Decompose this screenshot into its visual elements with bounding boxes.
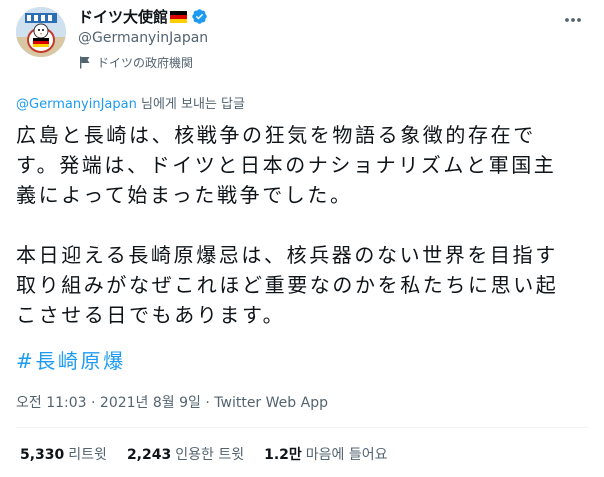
- tweet-source-link[interactable]: Twitter Web App: [214, 395, 328, 411]
- verified-badge-icon[interactable]: [191, 8, 208, 25]
- likes-stat[interactable]: 1.2만 마음에 들어요: [264, 444, 387, 464]
- tweet-text-line: す。発端は、ドイツと日本のナショナリズムと軍国主: [16, 153, 557, 177]
- more-options-icon[interactable]: [562, 9, 584, 31]
- quote-tweets-label: 인용한 트윗: [175, 447, 245, 463]
- tweet-meta: 오전 11:03 · 2021년 8월 9일 · Twitter Web App: [16, 392, 328, 412]
- government-label-text: ドイツの政府機関: [97, 55, 194, 70]
- retweets-count: 5,330: [20, 447, 65, 463]
- tweet-text-line: 広島と長崎は、核戦争の狂気を物語る象徴的存在で: [16, 123, 536, 147]
- tweet-stats: 5,330 리트윗 2,243 인용한 트윗 1.2만 마음에 들어요: [20, 444, 408, 464]
- retweets-stat[interactable]: 5,330 리트윗: [20, 444, 107, 464]
- tweet-text-line: 本日迎える長崎原爆忌は、核兵器のない世界を目指す: [16, 243, 558, 267]
- hashtag-link[interactable]: #長崎原爆: [16, 346, 126, 376]
- meta-separator: ·: [200, 395, 215, 411]
- tweet-time[interactable]: 오전 11:03: [16, 395, 87, 411]
- author-handle[interactable]: @GermanyinJapan: [78, 29, 548, 48]
- germany-flag-icon: [170, 10, 188, 23]
- tweet-text: 広島と長崎は、核戦争の狂気を物語る象徴的存在で す。発端は、ドイツと日本のナショ…: [16, 120, 588, 330]
- tweet-detail: ドイツ大使館 @GermanyinJapan ドイツの政府機関 @Germany…: [0, 0, 604, 477]
- avatar[interactable]: [16, 7, 66, 57]
- avatar-mascot-image: [16, 7, 66, 57]
- name-row: ドイツ大使館: [78, 6, 548, 27]
- tweet-text-line: こさせる日でもあります。: [16, 303, 286, 327]
- government-account-label[interactable]: ドイツの政府機関: [78, 53, 548, 71]
- likes-label: 마음에 들어요: [305, 447, 388, 463]
- tweet-text-line: 取り組みがなぜこれほど重要なのかを私たちに思い起: [16, 273, 559, 297]
- retweets-label: 리트윗: [68, 447, 107, 463]
- tweet-date[interactable]: 2021년 8월 9일: [100, 395, 201, 411]
- reply-context-suffix: 님에게 보내는 답글: [136, 97, 245, 112]
- flag-label-icon: [78, 55, 92, 69]
- divider: [16, 427, 588, 428]
- reply-mention-link[interactable]: @GermanyinJapan: [16, 97, 137, 112]
- display-name[interactable]: ドイツ大使館: [78, 6, 168, 27]
- author-info: ドイツ大使館 @GermanyinJapan ドイツの政府機関: [78, 6, 548, 71]
- likes-count: 1.2만: [264, 447, 302, 463]
- reply-context: @GermanyinJapan 님에게 보내는 답글: [16, 93, 245, 112]
- quote-tweets-stat[interactable]: 2,243 인용한 트윗: [127, 444, 244, 464]
- tweet-text-line: 義によって始まった戦争でした。: [16, 183, 353, 207]
- meta-separator: ·: [86, 395, 100, 411]
- quote-tweets-count: 2,243: [126, 447, 172, 463]
